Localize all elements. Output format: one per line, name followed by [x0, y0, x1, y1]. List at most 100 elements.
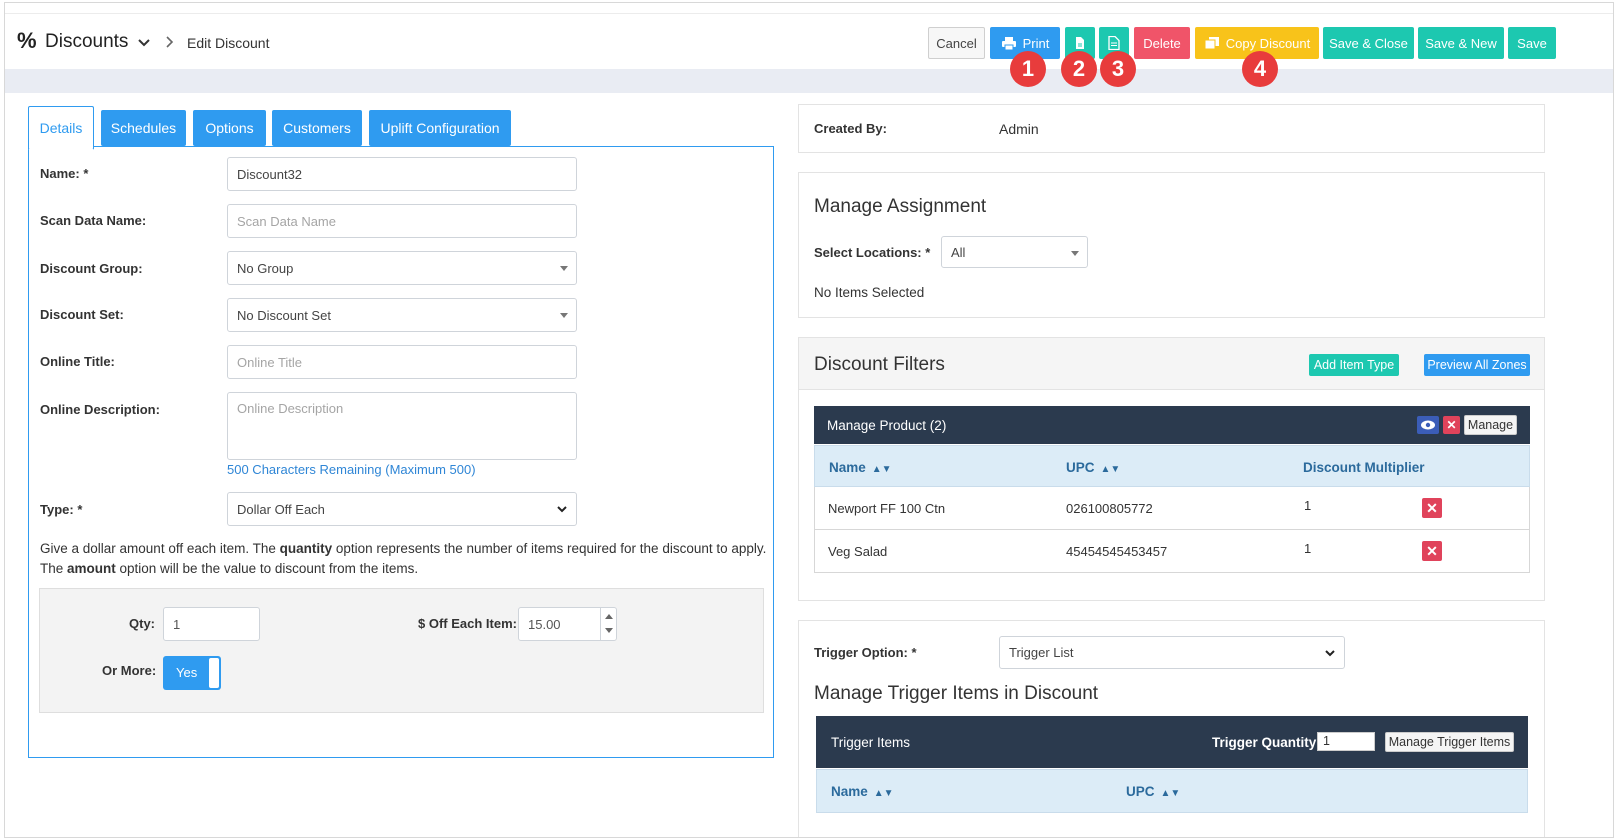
- caret-down-icon: [560, 266, 568, 271]
- number-spinner[interactable]: [600, 608, 616, 640]
- chevron-right-icon: [166, 36, 174, 48]
- manage-assignment-title: Manage Assignment: [814, 196, 987, 217]
- marker-1: 1: [1010, 51, 1046, 87]
- column-discount-multiplier: Discount Multiplier: [1303, 460, 1425, 475]
- manage-product-bar: Manage Product (2) ✕ Manage: [814, 406, 1530, 444]
- save-close-button[interactable]: Save & Close: [1323, 27, 1414, 59]
- sort-icon[interactable]: ▲▼: [1101, 464, 1121, 475]
- no-items-selected: No Items Selected: [814, 285, 925, 300]
- qty-input[interactable]: 1: [163, 607, 260, 641]
- name-input[interactable]: Discount32: [227, 157, 577, 191]
- column-name[interactable]: Name ▲▼: [829, 460, 892, 475]
- qty-label: Qty:: [129, 616, 155, 631]
- tab-options[interactable]: Options: [193, 110, 266, 146]
- column-name[interactable]: Name ▲▼: [831, 784, 894, 799]
- discount-set-select[interactable]: No Discount Set: [227, 298, 577, 332]
- scan-data-name-label: Scan Data Name:: [40, 213, 147, 228]
- save-label: Save: [1517, 35, 1547, 51]
- details-panel: Name: * Discount32 Scan Data Name: Scan …: [28, 146, 774, 758]
- app-title[interactable]: Discounts: [45, 31, 128, 53]
- discount-group-select[interactable]: No Group: [227, 251, 577, 285]
- trigger-card: Trigger Option: * Trigger List Manage Tr…: [798, 620, 1545, 837]
- desc-text: option represents the number of items re…: [332, 541, 767, 556]
- sort-icon[interactable]: ▲▼: [872, 464, 892, 475]
- toggle-knob: [209, 658, 219, 688]
- remove-row-button[interactable]: ✕: [1422, 498, 1442, 518]
- header-band: [5, 69, 1613, 93]
- percent-icon: %: [17, 28, 37, 53]
- or-more-toggle[interactable]: Yes: [163, 656, 221, 690]
- online-title-label: Online Title:: [40, 354, 115, 369]
- created-by-value: Admin: [999, 121, 1039, 137]
- chevron-down-icon: [1325, 650, 1335, 657]
- table-row: Newport FF 100 Ctn 026100805772 1 ✕: [814, 487, 1530, 530]
- delete-button[interactable]: Delete: [1134, 27, 1190, 59]
- or-more-value: Yes: [176, 665, 198, 680]
- caret-down-icon: [1071, 251, 1079, 256]
- save-button[interactable]: Save: [1508, 27, 1556, 59]
- select-locations-select[interactable]: All: [941, 236, 1088, 268]
- column-upc-label: UPC: [1126, 784, 1155, 799]
- copy-icon: [1204, 37, 1219, 50]
- chevron-down-icon[interactable]: [135, 34, 153, 52]
- save-new-label: Save & New: [1425, 35, 1497, 51]
- eye-icon[interactable]: [1417, 416, 1439, 434]
- header-bar: % Discounts Edit Discount Cancel Print D…: [5, 13, 1613, 69]
- sort-icon[interactable]: ▲▼: [874, 788, 894, 799]
- online-description-placeholder: Online Description: [237, 401, 344, 416]
- product-name: Newport FF 100 Ctn: [828, 501, 946, 516]
- trigger-quantity-input[interactable]: 1: [1317, 732, 1375, 751]
- select-locations-label: Select Locations: *: [814, 245, 931, 260]
- online-description-label: Online Description:: [40, 402, 160, 417]
- marker-3: 3: [1100, 51, 1136, 87]
- document-icon: [1076, 37, 1084, 49]
- trigger-quantity-value: 1: [1323, 734, 1330, 748]
- desc-text: Give a dollar amount off each item. The: [40, 541, 280, 556]
- spin-down-icon[interactable]: [605, 628, 613, 633]
- created-by-card: Created By: Admin: [798, 104, 1545, 153]
- marker-2: 2: [1061, 51, 1097, 87]
- tab-schedules[interactable]: Schedules: [101, 110, 186, 146]
- off-each-item-input[interactable]: 15.00: [518, 607, 617, 641]
- column-name-label: Name: [829, 460, 866, 475]
- preview-all-zones-button[interactable]: Preview All Zones: [1424, 354, 1530, 376]
- discount-set-value: No Discount Set: [237, 307, 331, 323]
- trigger-option-select[interactable]: Trigger List: [999, 636, 1345, 669]
- scan-data-name-placeholder: Scan Data Name: [237, 213, 336, 229]
- discount-group-label: Discount Group:: [40, 261, 143, 276]
- product-multiplier: 1: [1304, 541, 1312, 556]
- name-label: Name: *: [40, 166, 89, 181]
- online-description-input[interactable]: Online Description: [227, 392, 577, 460]
- cancel-button[interactable]: Cancel: [928, 27, 985, 59]
- spin-up-icon[interactable]: [605, 614, 613, 619]
- print-label: Print: [1022, 35, 1050, 51]
- online-title-input[interactable]: Online Title: [227, 345, 577, 379]
- desc-text: The: [40, 561, 68, 576]
- type-select[interactable]: Dollar Off Each: [227, 492, 577, 526]
- manage-trigger-items-button[interactable]: Manage Trigger Items: [1385, 732, 1514, 752]
- scan-data-name-input[interactable]: Scan Data Name: [227, 204, 577, 238]
- close-icon[interactable]: ✕: [1443, 416, 1460, 434]
- product-multiplier: 1: [1304, 498, 1312, 513]
- manage-product-button[interactable]: Manage: [1464, 415, 1517, 435]
- trigger-option-label: Trigger Option: *: [814, 645, 917, 660]
- column-upc[interactable]: UPC ▲▼: [1126, 784, 1180, 799]
- tab-uplift-configuration[interactable]: Uplift Configuration: [369, 110, 511, 146]
- delete-label: Delete: [1143, 35, 1181, 51]
- trigger-items-bar: Trigger Items Trigger Quantity 1 Manage …: [816, 716, 1528, 768]
- column-upc[interactable]: UPC ▲▼: [1066, 460, 1120, 475]
- copy-label: Copy Discount: [1225, 35, 1311, 51]
- add-item-type-button[interactable]: Add Item Type: [1309, 354, 1399, 376]
- cancel-label: Cancel: [936, 35, 977, 51]
- product-upc: 45454545453457: [1066, 544, 1168, 559]
- tab-customers[interactable]: Customers: [272, 110, 362, 146]
- save-new-button[interactable]: Save & New: [1418, 27, 1504, 59]
- discount-group-value: No Group: [237, 260, 294, 276]
- sort-icon[interactable]: ▲▼: [1161, 788, 1181, 799]
- select-locations-value: All: [951, 244, 966, 260]
- tab-details[interactable]: Details: [28, 106, 94, 150]
- remove-row-button[interactable]: ✕: [1422, 541, 1442, 561]
- product-name: Veg Salad: [828, 544, 888, 559]
- trigger-quantity-label: Trigger Quantity: [1212, 735, 1317, 750]
- trigger-option-value: Trigger List: [1009, 645, 1074, 660]
